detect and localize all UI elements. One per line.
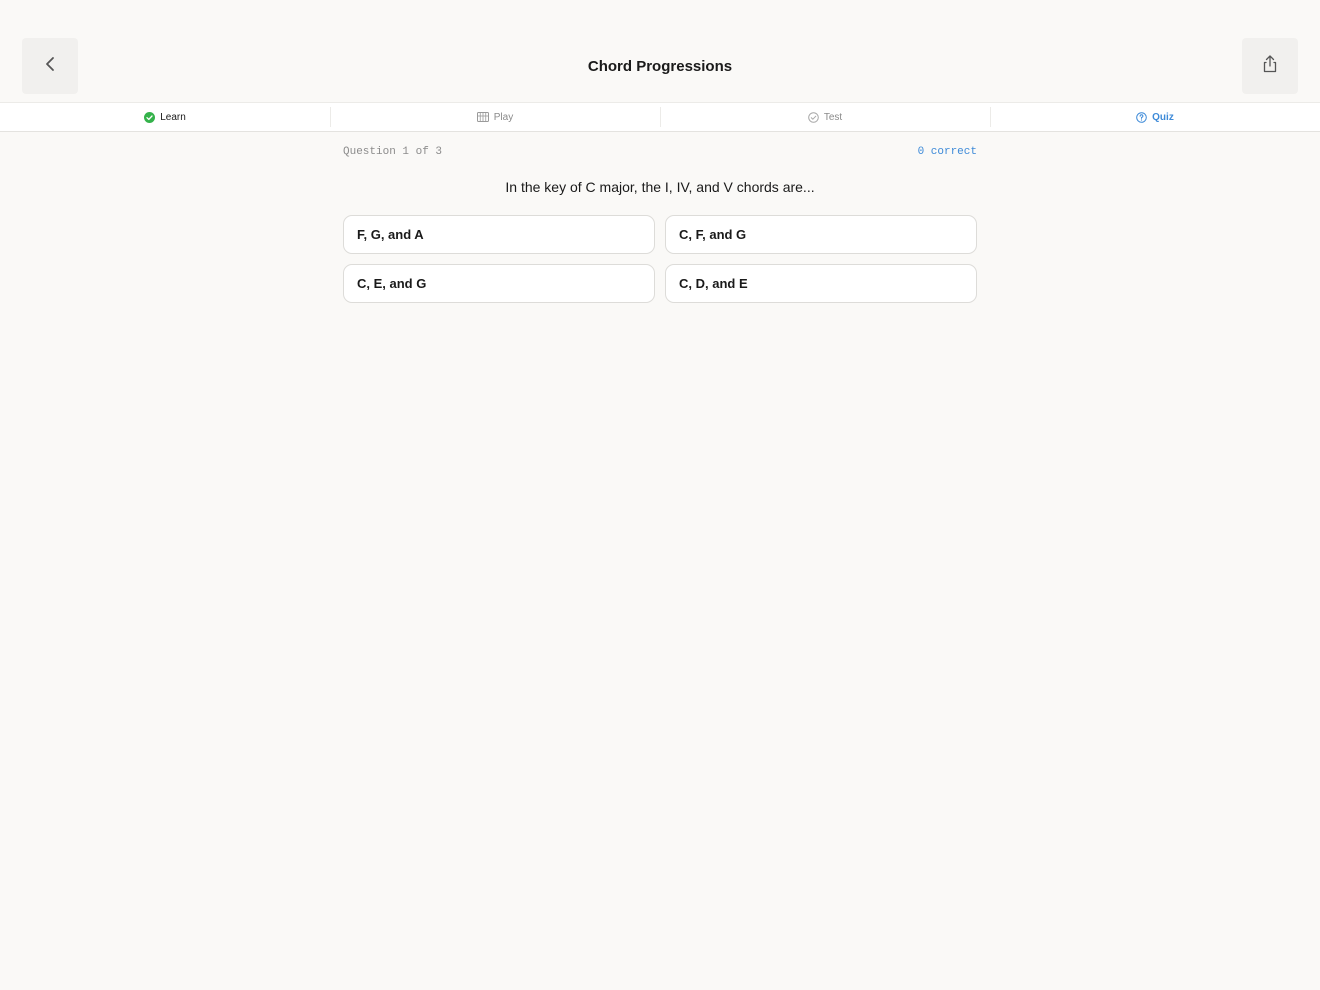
tab-quiz[interactable]: Quiz — [990, 103, 1320, 131]
tab-bar: Learn Play Test Quiz — [0, 102, 1320, 132]
tab-test[interactable]: Test — [660, 103, 990, 131]
tab-play-label: Play — [493, 111, 514, 123]
share-icon — [1262, 54, 1278, 78]
tab-play[interactable]: Play — [330, 103, 660, 131]
question-text: In the key of C major, the I, IV, and V … — [505, 179, 815, 195]
check-circle-icon — [144, 111, 156, 123]
question-counter: Question 1 of 3 — [343, 146, 443, 158]
question-circle-icon — [1136, 111, 1147, 123]
app-header: Chord Progressions — [0, 0, 1320, 102]
check-circle-outline-icon — [808, 111, 819, 123]
answer-option[interactable]: C, E, and G — [343, 264, 655, 303]
quiz-meta: Question 1 of 3 0 correct — [343, 146, 977, 162]
tab-learn-label: Learn — [160, 111, 186, 123]
score-counter: 0 correct — [917, 146, 977, 158]
answer-option[interactable]: F, G, and A — [343, 215, 655, 254]
page-title: Chord Progressions — [587, 58, 733, 75]
tab-test-label: Test — [823, 111, 843, 123]
piano-keys-icon — [476, 112, 489, 122]
answer-option[interactable]: C, F, and G — [665, 215, 977, 254]
tab-learn[interactable]: Learn — [0, 103, 330, 131]
share-button[interactable] — [1242, 38, 1298, 94]
answer-option[interactable]: C, D, and E — [665, 264, 977, 303]
tab-quiz-label: Quiz — [1152, 111, 1174, 123]
answer-grid: F, G, and A C, F, and G C, E, and G C, D… — [343, 215, 977, 303]
